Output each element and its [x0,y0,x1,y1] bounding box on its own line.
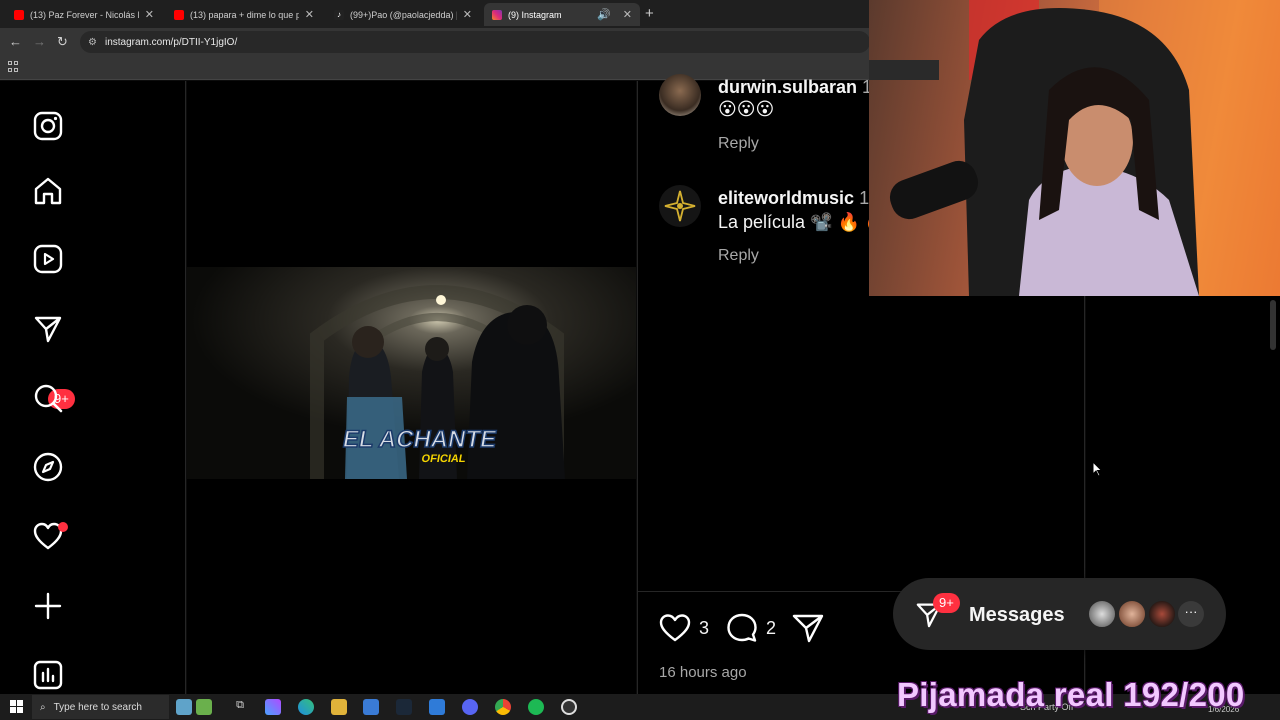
url-input[interactable]: ⚙ instagram.com/p/DTII-Y1jgIO/ [80,31,870,53]
tab-youtube-2[interactable]: (13) papara + dime lo que pasá ✕ [166,3,322,26]
spotify-icon[interactable] [528,699,544,715]
watermark-line1: EL ACHANTE [341,426,499,453]
close-tab-icon[interactable]: ✕ [463,8,472,21]
comment-icon [727,613,757,642]
tab-youtube-1[interactable]: (13) Paz Forever - Nicolás Madá ✕ [6,3,162,26]
comment-text: La película 📽️ 🔥 🔥 [718,212,888,232]
comment-username[interactable]: eliteworldmusic 15 [718,188,879,209]
site-info-icon[interactable]: ⚙ [88,37,97,48]
copilot-icon[interactable] [265,699,281,715]
post-video[interactable]: EL ACHANTE OFICIAL [187,267,636,479]
post-media: EL ACHANTE OFICIAL [187,81,636,694]
instagram-sidebar: 9+ [0,81,186,694]
instagram-icon [492,9,502,20]
mail-icon[interactable] [429,699,445,715]
webcam-overlay [869,0,1280,296]
scrollbar[interactable] [1270,300,1276,350]
reply-button[interactable]: Reply [718,247,759,265]
avatar[interactable] [1087,599,1117,629]
explore-icon[interactable] [30,449,66,485]
messages-label: Messages [969,604,1065,626]
heart-icon [659,614,691,642]
discord-icon[interactable] [462,699,478,715]
edge-icon[interactable] [298,699,314,715]
back-icon[interactable]: ← [9,34,22,49]
comment-username[interactable]: durwin.sulbaran 1 [718,77,872,98]
apps-grid-icon[interactable] [8,61,19,72]
avatar[interactable] [659,74,701,116]
share-action[interactable] [792,613,824,643]
webcam-image [869,0,1280,296]
file-explorer-icon[interactable] [331,699,347,715]
video-frame: EL ACHANTE OFICIAL [187,267,636,479]
create-icon[interactable] [30,588,66,624]
reply-button[interactable]: Reply [718,135,759,153]
youtube-icon [174,9,184,20]
avatar[interactable] [1147,599,1177,629]
direct-icon[interactable] [30,310,66,346]
steam-icon[interactable] [396,699,412,715]
speaker-icon[interactable]: 🔊 [597,8,611,21]
avatar[interactable] [659,185,701,227]
tab-instagram[interactable]: (9) Instagram 🔊 ✕ [484,3,640,26]
task-view-icon[interactable]: ⧉ [232,699,248,715]
more-icon[interactable]: ··· [1178,601,1204,627]
url-text: instagram.com/p/DTII-Y1jgIO/ [104,36,238,48]
reload-icon[interactable]: ↻ [57,34,68,50]
taskbar-search[interactable]: ⌕ Type here to search [32,695,169,719]
comments-count: 2 [766,617,777,638]
screen: (13) Paz Forever - Nicolás Madá ✕ (13) p… [0,0,1280,720]
close-tab-icon[interactable]: ✕ [623,8,632,21]
search-icon: ⌕ [40,701,46,713]
youtube-icon [14,9,24,20]
forward-icon[interactable]: → [33,34,46,49]
like-action[interactable]: 3 [659,613,709,643]
comment-action[interactable]: 2 [726,613,776,643]
windows-start-icon[interactable] [10,700,23,713]
post-time: 16 hours ago [659,664,747,681]
activity-dot [58,522,68,532]
avatar[interactable] [1117,599,1147,629]
comment-text: 😮😮😮 [718,99,775,119]
watermark-line2: OFICIAL [421,453,467,465]
widgets-icon[interactable] [196,699,212,715]
new-tab-button[interactable]: + [645,5,654,22]
share-icon [792,614,824,643]
obs-icon[interactable] [561,699,577,715]
instagram-logo-icon[interactable] [30,108,66,144]
store-icon[interactable] [363,699,379,715]
tiktok-icon: ♪ [334,9,344,20]
close-tab-icon[interactable]: ✕ [145,8,154,21]
stats-icon[interactable] [30,657,66,693]
likes-count: 3 [699,617,710,638]
messages-badge: 9+ [933,593,960,613]
messages-button[interactable]: 9+ Messages ··· [893,578,1226,650]
home-icon[interactable] [30,173,66,209]
tab-tiktok[interactable]: ♪ (99+)Pao (@paolacjedda) | TikT ✕ [326,3,480,26]
close-tab-icon[interactable]: ✕ [305,8,314,21]
stream-overlay-text: Pijamada real 192/200 [897,676,1245,713]
mouse-cursor-icon [1092,461,1103,477]
widgets-icon[interactable] [176,699,192,715]
reels-icon[interactable] [30,241,66,277]
chrome-icon[interactable] [495,699,511,715]
search-icon[interactable] [30,380,66,416]
